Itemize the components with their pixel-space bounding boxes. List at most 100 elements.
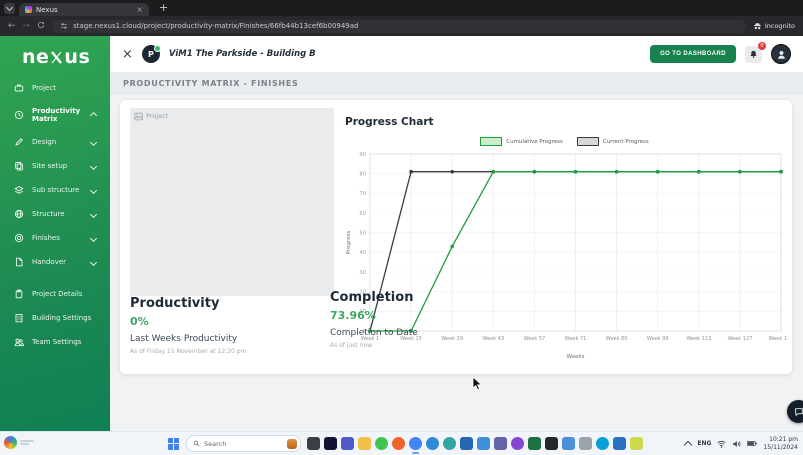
- show-hidden-icons-button[interactable]: [684, 440, 692, 448]
- taskbar-icon-word-list[interactable]: [579, 437, 592, 450]
- reload-icon[interactable]: [37, 21, 45, 32]
- screen: Nexus × + ← → stage.nexus1.cloud/project…: [0, 0, 803, 455]
- sidebar-item-productivity-matrix[interactable]: Productivity Matrix: [0, 100, 110, 130]
- go-to-dashboard-button[interactable]: GO TO DASHBOARD: [650, 45, 736, 63]
- sidebar-item-site-setup[interactable]: Site setup: [0, 154, 110, 178]
- close-icon[interactable]: ×: [122, 48, 133, 61]
- taskbar-icon-teamviewer[interactable]: [324, 437, 337, 450]
- svg-text:Week 71: Week 71: [565, 336, 587, 342]
- taskbar-icon-edge[interactable]: [426, 437, 439, 450]
- productivity-panel: Productivity 0% Last Weeks Productivity …: [130, 296, 340, 355]
- taskbar-icon-notepad[interactable]: [630, 437, 643, 450]
- pen-icon: [14, 137, 24, 147]
- svg-text:Week 127: Week 127: [727, 336, 752, 342]
- chevron-down-icon: [90, 162, 97, 169]
- taskbar-icon-camera[interactable]: [545, 437, 558, 450]
- url-bar[interactable]: stage.nexus1.cloud/project/productivity-…: [52, 20, 746, 33]
- nexus-favicon-icon: [25, 6, 32, 13]
- clock-date: 15/11/2024: [763, 444, 798, 452]
- taskbar-icon-outlook[interactable]: [460, 437, 473, 450]
- browser-addressbar: ← → stage.nexus1.cloud/project/productiv…: [0, 16, 803, 36]
- sidebar-menu: Project Productivity Matrix Design Site set…: [0, 76, 110, 354]
- tab-search-icon[interactable]: [4, 3, 15, 14]
- battery-icon[interactable]: [747, 440, 757, 447]
- sidebar-item-label: Project: [32, 84, 100, 92]
- widgets-button[interactable]: [4, 436, 34, 449]
- taskbar-icon-teams-work[interactable]: [494, 437, 507, 450]
- sidebar-item-label: Productivity Matrix: [32, 107, 83, 123]
- taskbar-icon-chrome[interactable]: [409, 437, 422, 450]
- completion-asof: As of just now: [330, 342, 540, 349]
- productivity-value: 0%: [130, 315, 340, 328]
- sidebar-item-building-settings[interactable]: Building Settings: [0, 306, 110, 330]
- taskbar-icon-edge-canary[interactable]: [443, 437, 456, 450]
- svg-text:Weeks: Weeks: [567, 354, 585, 360]
- taskbar-icon-onedrive[interactable]: [562, 437, 575, 450]
- sidebar-item-finishes[interactable]: Finishes: [0, 226, 110, 250]
- taskbar-icon-clipchamp[interactable]: [511, 437, 524, 450]
- chevron-down-icon: [90, 234, 97, 241]
- taskbar-icon-outlook-new[interactable]: [477, 437, 490, 450]
- taskbar-icon-whatsapp[interactable]: [375, 437, 388, 450]
- sidebar-item-project-details[interactable]: Project Details: [0, 282, 110, 306]
- project-image-placeholder: Project: [130, 108, 334, 296]
- taskbar-tray: ENG 10:21 pm 15/11/2024: [685, 432, 798, 455]
- completion-value: 73.96%: [330, 309, 540, 322]
- svg-text:30: 30: [359, 270, 366, 276]
- taskbar-apps: [307, 437, 643, 450]
- sidebar: ne us ProjectProductivity MatrixDesignSi…: [0, 36, 110, 432]
- sidebar-item-structure[interactable]: Structure: [0, 202, 110, 226]
- forward-icon[interactable]: →: [23, 22, 31, 31]
- chat-fab-button[interactable]: [787, 400, 803, 423]
- sidebar-item-label: Handover: [32, 258, 83, 266]
- sidebar-item-label: Finishes: [32, 234, 83, 242]
- taskbar-icon-teams[interactable]: [341, 437, 354, 450]
- taskbar-clock[interactable]: 10:21 pm 15/11/2024: [763, 436, 798, 451]
- start-button[interactable]: [168, 438, 180, 450]
- wifi-icon[interactable]: [717, 440, 726, 448]
- user-avatar[interactable]: [771, 44, 791, 64]
- image-alt-text: Project: [146, 112, 168, 120]
- back-icon[interactable]: ←: [8, 22, 16, 31]
- project-avatar[interactable]: P: [142, 45, 160, 63]
- sidebar-item-sub-structure[interactable]: Sub structure: [0, 178, 110, 202]
- taskbar-search[interactable]: Search: [186, 435, 301, 452]
- search-highlight-icon[interactable]: [287, 439, 297, 449]
- sidebar-item-label: Building Settings: [32, 314, 100, 322]
- sidebar-item-project[interactable]: Project: [0, 76, 110, 100]
- sidebar-item-team-settings[interactable]: Team Settings: [0, 330, 110, 354]
- site-info-icon[interactable]: [60, 22, 68, 30]
- tab-close-icon[interactable]: ×: [136, 6, 143, 14]
- language-indicator[interactable]: ENG: [697, 440, 711, 447]
- taskbar-icon-photos[interactable]: [613, 437, 626, 450]
- incognito-icon: [753, 22, 762, 31]
- svg-text:Week 99: Week 99: [647, 336, 669, 342]
- sidebar-item-label: Site setup: [32, 162, 83, 170]
- browser-tabstrip: Nexus × +: [0, 0, 803, 16]
- copy-icon: [14, 161, 24, 171]
- taskbar-icon-task-view[interactable]: [307, 437, 320, 450]
- sidebar-item-label: Project Details: [32, 290, 100, 298]
- svg-text:90: 90: [359, 152, 366, 158]
- completion-label: Completion to Date: [330, 328, 540, 338]
- logo-x-icon: [50, 50, 63, 65]
- incognito-label: Incognito: [765, 22, 795, 30]
- logo-text-suffix: us: [64, 46, 90, 68]
- chart-legend: Cumulative ProgressCurrent Progress: [342, 137, 787, 146]
- volume-icon[interactable]: [732, 440, 741, 448]
- new-tab-button[interactable]: +: [159, 2, 168, 13]
- productivity-heading: Productivity: [130, 296, 340, 311]
- sidebar-item-handover[interactable]: Handover: [0, 250, 110, 274]
- sidebar-item-label: Team Settings: [32, 338, 100, 346]
- project-title: ViM1 The Parkside - Building B: [169, 49, 316, 59]
- taskbar-icon-skype[interactable]: [596, 437, 609, 450]
- taskbar-icon-file-explorer[interactable]: [358, 437, 371, 450]
- layers-icon: [14, 185, 24, 195]
- taskbar-icon-excel[interactable]: [528, 437, 541, 450]
- sidebar-item-design[interactable]: Design: [0, 130, 110, 154]
- widgets-icon: [4, 436, 17, 449]
- notifications-button[interactable]: 0: [745, 46, 762, 63]
- taskbar-icon-firefox[interactable]: [392, 437, 405, 450]
- browser-tab[interactable]: Nexus ×: [19, 3, 149, 16]
- svg-text:80: 80: [359, 171, 366, 177]
